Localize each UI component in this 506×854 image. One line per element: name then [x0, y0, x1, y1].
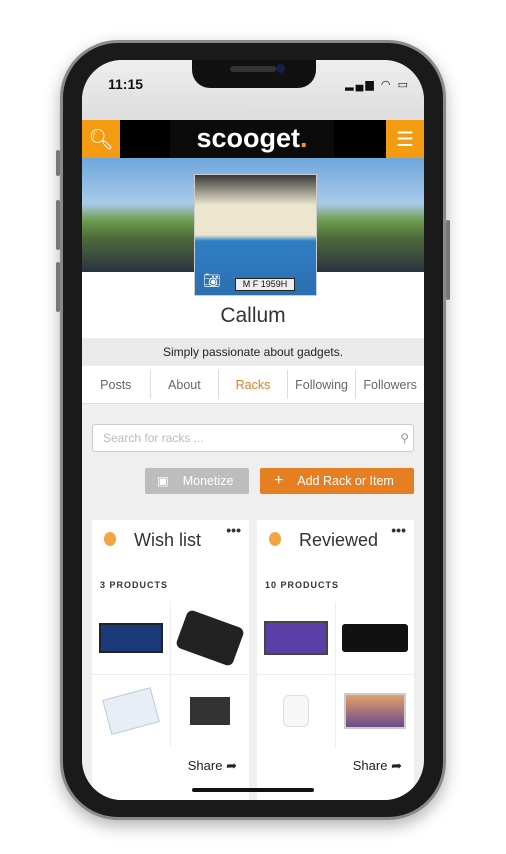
rack-count: 3 PRODUCTS — [100, 580, 169, 590]
plus-icon: + — [274, 472, 284, 489]
search-input[interactable]: Search for racks ... ⚲ — [92, 424, 414, 452]
home-indicator[interactable] — [192, 788, 314, 792]
rack-card[interactable]: Reviewed ••• 10 PRODUCTS Share ➦ — [257, 520, 414, 800]
profile-tabs: Posts About Racks Following Followers — [82, 366, 424, 404]
rack-title: Reviewed — [299, 530, 379, 550]
tab-posts[interactable]: Posts — [82, 370, 151, 399]
product-laptop[interactable] — [92, 602, 170, 674]
avatar[interactable]: 📷︎ M F 1959H — [194, 174, 317, 296]
notch — [192, 60, 316, 88]
add-rack-button[interactable]: + Add Rack or Item — [260, 468, 414, 494]
signal-icon: ▂▄▆ — [345, 79, 376, 91]
rack-card[interactable]: Wish list ••• 3 PRODUCTS Share ➦ — [92, 520, 249, 800]
tab-following[interactable]: Following — [288, 370, 357, 399]
menu-button[interactable]: ☰ — [386, 120, 424, 158]
camera — [276, 64, 285, 73]
search-icon: ⚲ — [400, 431, 409, 445]
search-icon: 🔍︎ — [88, 128, 114, 151]
battery-icon: ▭ — [397, 79, 410, 91]
more-icon[interactable]: ••• — [226, 522, 241, 538]
lock-icon — [269, 532, 281, 546]
logo-dot: . — [300, 123, 308, 153]
product-macbook[interactable] — [336, 675, 414, 747]
share-icon: ➦ — [226, 758, 237, 773]
product-grid — [257, 602, 414, 747]
tab-racks[interactable]: Racks — [219, 370, 288, 399]
share-button[interactable]: Share ➦ — [188, 758, 237, 774]
rack-count: 10 PRODUCTS — [265, 580, 340, 590]
lock-icon — [104, 532, 116, 546]
more-icon[interactable]: ••• — [391, 522, 406, 538]
rack-title: Wish list — [134, 530, 201, 550]
volume-down-button — [56, 262, 60, 312]
search-button[interactable]: 🔍︎ — [82, 120, 120, 158]
speaker — [230, 66, 276, 72]
status-time: 11:15 — [108, 76, 144, 92]
share-button[interactable]: Share ➦ — [353, 758, 402, 774]
monetize-label: Monetize — [182, 474, 234, 488]
logo[interactable]: scooget. — [170, 120, 334, 158]
top-bar: 🔍︎ scooget. ☰ — [82, 120, 424, 158]
product-airpods[interactable] — [257, 675, 335, 747]
volume-up-button — [56, 200, 60, 250]
mute-switch — [56, 150, 60, 176]
product-box[interactable] — [92, 675, 170, 747]
power-button — [446, 220, 450, 300]
add-rack-label: Add Rack or Item — [297, 474, 394, 488]
wifi-icon: ◠ — [380, 79, 393, 91]
product-laptop[interactable] — [257, 602, 335, 674]
license-plate: M F 1959H — [235, 278, 295, 291]
product-grid — [92, 602, 249, 747]
profile-bio: Simply passionate about gadgets. — [82, 338, 424, 366]
screen: 11:15 ▂▄▆ ◠ ▭ 🔍︎ scooget. ☰ 📷︎ M F 1959H… — [82, 60, 424, 800]
logo-text: scooget — [196, 123, 300, 153]
search-placeholder: Search for racks ... — [103, 431, 204, 445]
product-dac[interactable] — [171, 602, 249, 674]
monetize-button[interactable]: ▣ Monetize — [145, 468, 249, 494]
share-icon: ➦ — [391, 758, 402, 773]
profile-name: Callum — [220, 304, 286, 327]
share-label: Share — [352, 758, 388, 773]
product-amplifier[interactable] — [336, 602, 414, 674]
camera-icon[interactable]: 📷︎ — [203, 272, 221, 289]
tab-followers[interactable]: Followers — [356, 370, 424, 399]
product-amp[interactable] — [171, 675, 249, 747]
status-icons: ▂▄▆ ◠ ▭ — [345, 78, 410, 91]
share-label: Share — [187, 758, 223, 773]
tab-about[interactable]: About — [151, 370, 220, 399]
menu-icon: ☰ — [396, 128, 414, 151]
money-icon: ▣ — [157, 474, 169, 488]
